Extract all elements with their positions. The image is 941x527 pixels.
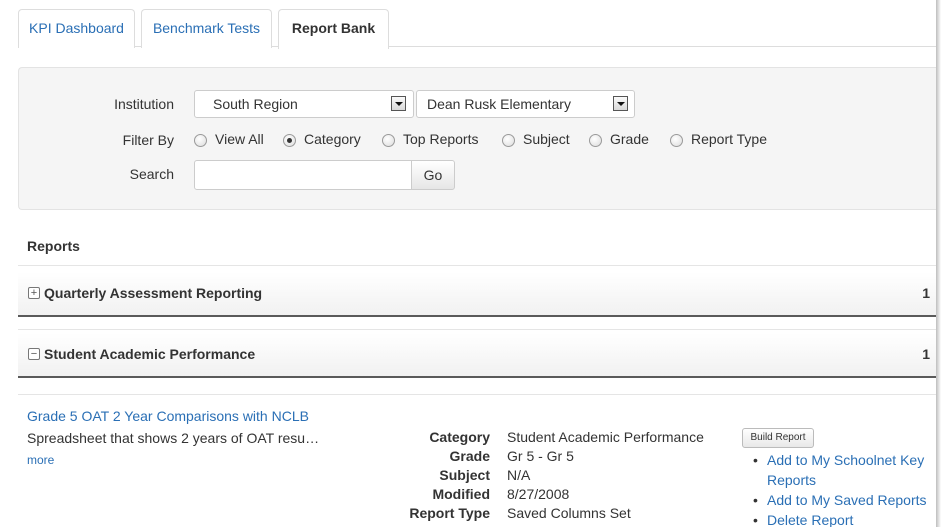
reports-heading: Reports: [27, 238, 80, 254]
divider: [18, 394, 936, 395]
delete-report-link[interactable]: Delete Report: [752, 510, 936, 527]
search-input[interactable]: [194, 160, 412, 190]
category-underline: [18, 315, 936, 317]
category-title[interactable]: Quarterly Assessment Reporting: [44, 285, 262, 301]
meta-row-subject: Subject N/A: [360, 467, 740, 486]
meta-key: Subject: [439, 467, 490, 483]
report-bank-page: KPI Dashboard Benchmark Tests Report Ban…: [0, 0, 936, 527]
radio-label: Report Type: [691, 131, 768, 147]
radio-label: Subject: [523, 131, 570, 147]
tab-kpi-dashboard[interactable]: KPI Dashboard: [18, 9, 135, 48]
category-count: 1: [922, 346, 930, 362]
meta-row-report-type: Report Type Saved Columns Set: [360, 505, 740, 524]
add-to-saved-reports-link[interactable]: Add to My Saved Reports: [752, 490, 936, 510]
radio-label: Top Reports: [403, 131, 479, 147]
add-to-key-reports-link[interactable]: Add to My Schoolnet Key Reports: [752, 450, 936, 490]
go-button[interactable]: Go: [411, 160, 455, 190]
school-select-value: Dean Rusk Elementary: [427, 96, 571, 112]
report-description: Spreadsheet that shows 2 years of OAT re…: [27, 430, 320, 446]
region-select-value: South Region: [213, 96, 298, 112]
radio-button-icon[interactable]: [194, 134, 207, 147]
build-report-button[interactable]: Build Report: [742, 428, 814, 448]
meta-value: 8/27/2008: [507, 486, 570, 502]
radio-label: View All: [215, 131, 264, 147]
tab-report-bank[interactable]: Report Bank: [278, 9, 389, 49]
meta-key: Modified: [432, 486, 490, 502]
tab-bar: KPI Dashboard Benchmark Tests Report Ban…: [18, 9, 936, 49]
filter-panel: Institution South Region Dean Rusk Eleme…: [18, 67, 936, 210]
meta-row-category: Category Student Academic Performance: [360, 429, 740, 448]
institution-label: Institution: [114, 96, 174, 112]
meta-row-grade: Grade Gr 5 - Gr 5: [360, 448, 740, 467]
radio-button-icon[interactable]: [670, 134, 683, 147]
category-row-quarterly[interactable]: + Quarterly Assessment Reporting 1: [18, 272, 936, 317]
chevron-down-icon[interactable]: [391, 96, 406, 111]
category-title[interactable]: Student Academic Performance: [44, 346, 255, 362]
radio-label: Grade: [610, 131, 649, 147]
window-edge-shadow: [936, 0, 941, 527]
meta-key: Category: [429, 429, 490, 445]
category-underline: [18, 376, 936, 378]
category-count: 1: [922, 285, 930, 301]
meta-key: Report Type: [409, 505, 490, 521]
collapse-icon[interactable]: −: [28, 348, 40, 360]
report-title-link[interactable]: Grade 5 OAT 2 Year Comparisons with NCLB: [27, 408, 309, 424]
report-actions-list: Add to My Schoolnet Key Reports Add to M…: [752, 450, 936, 527]
radio-button-icon[interactable]: [502, 134, 515, 147]
meta-value: N/A: [507, 467, 531, 483]
region-select[interactable]: South Region: [194, 90, 414, 118]
filter-by-label: Filter By: [122, 132, 174, 148]
meta-row-modified: Modified 8/27/2008: [360, 486, 740, 505]
meta-value: Student Academic Performance: [507, 429, 704, 445]
meta-value: Gr 5 - Gr 5: [507, 448, 574, 464]
meta-key: Grade: [449, 448, 490, 464]
more-link[interactable]: more: [27, 453, 54, 467]
tab-benchmark-tests[interactable]: Benchmark Tests: [141, 9, 272, 48]
divider: [18, 329, 936, 330]
divider: [18, 265, 936, 266]
radio-button-selected-icon[interactable]: [283, 134, 296, 147]
expand-icon[interactable]: +: [28, 287, 40, 299]
school-select[interactable]: Dean Rusk Elementary: [416, 90, 635, 118]
meta-value: Saved Columns Set: [507, 505, 631, 521]
report-metadata: Category Student Academic Performance Gr…: [360, 429, 740, 524]
chevron-down-icon[interactable]: [613, 96, 628, 111]
category-row-student-performance[interactable]: − Student Academic Performance 1: [18, 333, 936, 378]
radio-label: Category: [304, 131, 361, 147]
radio-button-icon[interactable]: [382, 134, 395, 147]
search-label: Search: [129, 166, 174, 182]
radio-button-icon[interactable]: [589, 134, 602, 147]
